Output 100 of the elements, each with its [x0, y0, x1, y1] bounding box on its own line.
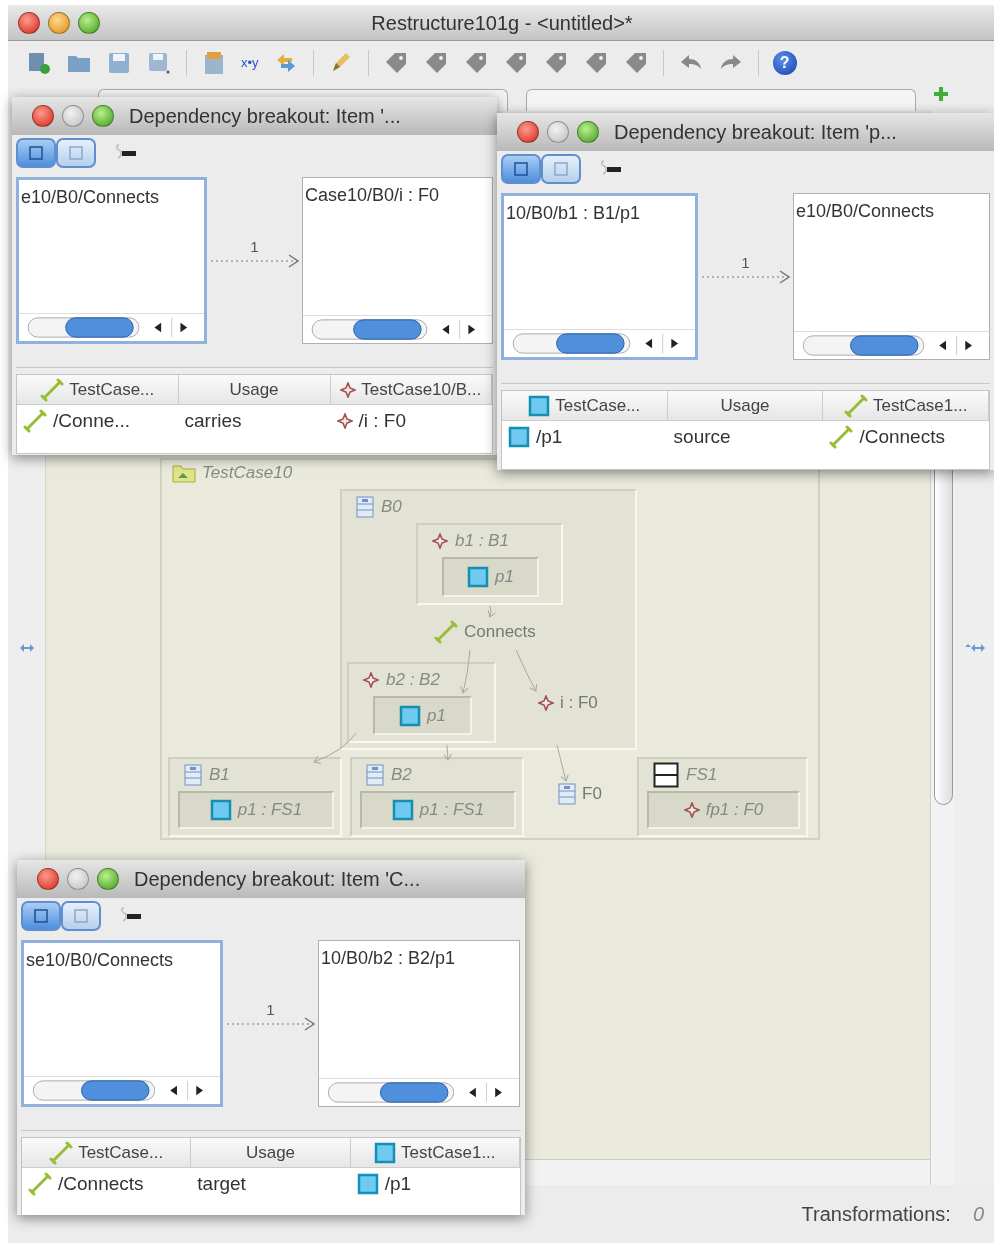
zoom-button[interactable]	[577, 121, 599, 143]
zoom-button[interactable]	[97, 868, 119, 890]
member-label[interactable]: p1 : FS1	[419, 797, 485, 823]
status-value: 0	[972, 1202, 984, 1227]
port-icon	[209, 799, 232, 821]
close-button[interactable]	[18, 11, 40, 34]
member-label[interactable]: p1 : FS1	[237, 797, 303, 823]
star-icon	[538, 694, 554, 711]
add-icon[interactable]	[934, 87, 948, 101]
member-label[interactable]: p1	[427, 702, 446, 729]
part-node[interactable]: b2 : B2 p1	[347, 662, 496, 743]
expand-icon[interactable]	[18, 643, 35, 653]
arrow	[313, 732, 357, 764]
flow-spec-node[interactable]: FS1 fp1 : F0	[637, 757, 808, 837]
dialog-title: Dependency breakout: Item 'p...	[614, 120, 897, 145]
item-path: 10/B0/b1 : B1/p1	[505, 202, 642, 225]
item-panel[interactable]: 10/B0/b2 : B2/p1	[318, 940, 520, 1107]
view-toggle[interactable]	[21, 901, 61, 931]
column-header[interactable]: Usage	[178, 375, 331, 405]
column-header[interactable]: TestCase1...	[350, 1138, 520, 1168]
horizontal-scrollbar[interactable]	[19, 313, 204, 341]
horizontal-scrollbar[interactable]	[24, 1076, 220, 1104]
save-as-icon[interactable]	[146, 50, 172, 76]
minimize-button[interactable]	[62, 105, 84, 127]
minimize-button[interactable]	[67, 868, 89, 890]
view-toggle[interactable]	[501, 154, 541, 184]
close-button[interactable]	[517, 121, 539, 143]
column-header[interactable]: Usage	[191, 1138, 351, 1168]
node-label[interactable]: b2 : B2	[386, 667, 440, 693]
minimize-button[interactable]	[48, 11, 70, 34]
star-icon	[340, 381, 357, 398]
cell-text: /p1	[536, 424, 563, 449]
item-panel[interactable]: se10/B0/Connects	[21, 940, 223, 1107]
minimize-button[interactable]	[547, 121, 569, 143]
close-button[interactable]	[32, 105, 54, 127]
class-icon	[366, 764, 384, 786]
horizontal-scrollbar[interactable]	[319, 1078, 519, 1106]
new-document-icon[interactable]	[26, 50, 52, 76]
column-header[interactable]: Usage	[667, 391, 824, 421]
port-icon	[391, 799, 414, 821]
tab[interactable]	[526, 89, 916, 111]
block-node[interactable]: B2 p1 : FS1	[350, 757, 524, 837]
horizontal-scrollbar[interactable]	[794, 331, 989, 359]
node-label[interactable]: Connects	[464, 619, 536, 645]
node-label[interactable]: i : F0	[560, 690, 598, 716]
close-button[interactable]	[37, 868, 59, 890]
cell-text: /Connects	[859, 424, 945, 449]
horizontal-scrollbar[interactable]	[303, 315, 492, 343]
item-panel[interactable]: 10/B0/b1 : B1/p1	[501, 193, 698, 360]
part-node[interactable]: b1 : B1 p1	[416, 523, 563, 605]
item-panel[interactable]: e10/B0/Connects	[793, 193, 990, 360]
text-button[interactable]: x•y	[241, 53, 259, 73]
item-panel[interactable]: e10/B0/Connects	[16, 177, 207, 344]
flow-spec-icon	[653, 762, 679, 788]
view-toggle[interactable]	[16, 138, 56, 168]
port-icon	[356, 1173, 379, 1195]
cell-text: /p1	[384, 1171, 412, 1196]
view-toggle[interactable]	[61, 901, 101, 931]
node-label[interactable]: b1 : B1	[455, 528, 509, 554]
square-icon	[33, 908, 49, 924]
item-panel[interactable]: Case10/B0/i : F0	[302, 177, 493, 344]
port-icon	[374, 1141, 397, 1164]
block-node[interactable]: B1 p1 : FS1	[168, 757, 342, 837]
node-label[interactable]: B1	[209, 762, 230, 788]
member-label[interactable]: fp1 : F0	[705, 797, 764, 823]
square-icon	[553, 161, 569, 177]
column-header[interactable]: TestCase...	[17, 375, 179, 405]
star-icon	[363, 672, 379, 688]
member-label[interactable]: p1	[495, 564, 514, 590]
node-label[interactable]: F0	[582, 781, 602, 807]
column-header[interactable]: TestCase10/B...	[330, 375, 492, 405]
node-label[interactable]: B2	[391, 762, 412, 788]
view-toggle[interactable]	[541, 154, 581, 184]
column-header[interactable]: TestCase1...	[823, 391, 989, 421]
node-label[interactable]: B0	[381, 494, 402, 520]
cell-text: target	[197, 1171, 246, 1196]
zoom-button[interactable]	[78, 11, 100, 34]
column-header[interactable]: TestCase...	[22, 1138, 192, 1168]
connector-icon	[843, 393, 868, 418]
node-label[interactable]: FS1	[686, 762, 718, 788]
save-icon[interactable]	[106, 50, 132, 76]
connector-icon	[829, 425, 854, 449]
cell-text: /i : F0	[358, 408, 406, 433]
arrow	[487, 605, 497, 618]
expand-icon[interactable]	[963, 643, 986, 653]
dialog-title: Dependency breakout: Item 'C...	[134, 867, 421, 892]
arrow	[460, 649, 471, 694]
view-toggle[interactable]	[56, 138, 96, 168]
class-icon	[184, 764, 202, 786]
horizontal-scrollbar[interactable]	[504, 329, 695, 357]
connector-icon	[40, 377, 65, 402]
cell-text: carries	[184, 408, 242, 433]
connector-icon	[49, 1140, 74, 1165]
square-icon	[68, 145, 84, 161]
help-button[interactable]: ?	[772, 51, 797, 75]
connector-icon	[28, 1172, 52, 1196]
star-icon	[432, 533, 448, 549]
port-icon	[399, 704, 422, 727]
zoom-button[interactable]	[92, 105, 114, 127]
column-header[interactable]: TestCase...	[502, 391, 668, 421]
